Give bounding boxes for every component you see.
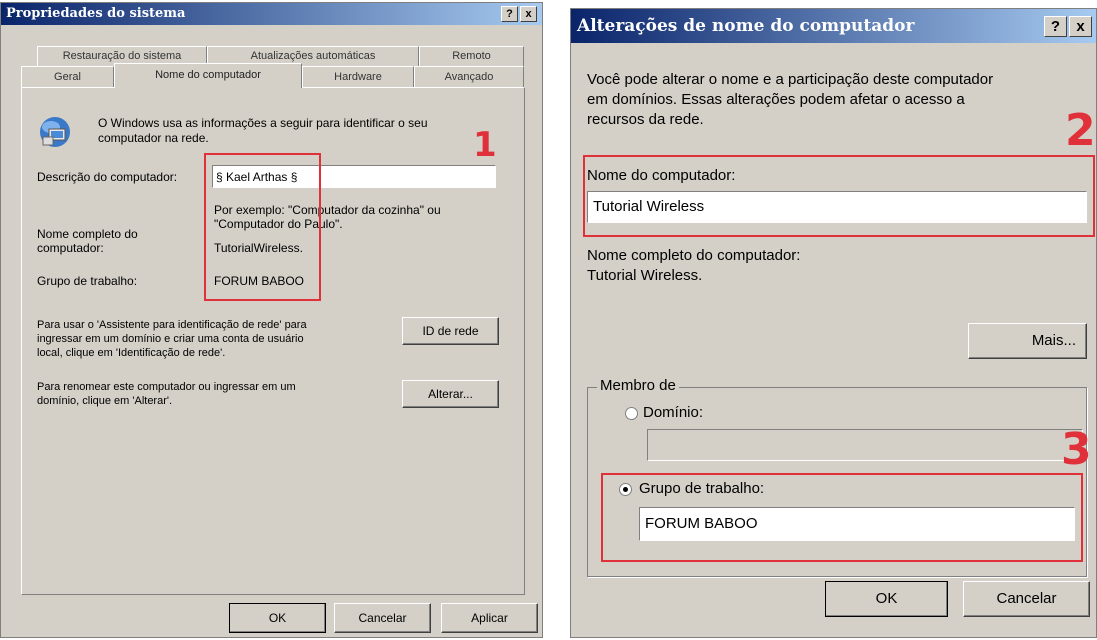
workgroup-label: Grupo de trabalho: — [37, 274, 138, 288]
member-of-label: Membro de — [597, 377, 679, 394]
cancel-button[interactable]: Cancelar — [963, 581, 1090, 617]
ok-button[interactable]: OK — [825, 581, 948, 617]
tab-general[interactable]: Geral — [21, 66, 114, 87]
full-name-label-line2: computador: — [37, 241, 104, 255]
intro-text-line1: Você pode alterar o nome e a participaçã… — [587, 71, 994, 88]
domain-label[interactable]: Domínio: — [643, 404, 703, 421]
change-button[interactable]: Alterar... — [402, 380, 499, 408]
ok-button[interactable]: OK — [229, 603, 326, 633]
window-title: Propriedades do sistema — [6, 6, 186, 21]
tab-hardware[interactable]: Hardware — [302, 66, 414, 87]
cancel-button[interactable]: Cancelar — [334, 603, 431, 633]
close-button[interactable]: x — [1069, 16, 1092, 37]
workgroup-radio[interactable] — [619, 483, 632, 496]
intro-text-line2: computador na rede. — [98, 131, 209, 145]
network-id-text-line1: Para usar o 'Assistente para identificaç… — [37, 319, 307, 331]
network-id-text-line3: local, clique em 'Identificação de rede'… — [37, 347, 226, 359]
annotation-1: 1 — [473, 125, 497, 165]
computer-name-input[interactable]: Tutorial Wireless — [587, 191, 1087, 223]
network-id-text-line2: ingressar em um domínio e criar uma cont… — [37, 333, 304, 345]
intro-text-line1: O Windows usa as informações a seguir pa… — [98, 116, 428, 130]
rename-text-line1: Para renomear este computador ou ingress… — [37, 381, 296, 393]
full-name-label: Nome completo do computador: — [587, 247, 801, 264]
computer-name-changes-window: Alterações de nome do computador ? x Voc… — [570, 8, 1097, 638]
apply-button[interactable]: Aplicar — [441, 603, 538, 633]
help-button[interactable]: ? — [1044, 16, 1067, 37]
description-label: Descrição do computador: — [37, 170, 178, 184]
rename-text-line2: domínio, clique em 'Alterar'. — [37, 395, 173, 407]
tab-computer-name[interactable]: Nome do computador — [114, 63, 302, 88]
domain-input[interactable] — [647, 429, 1083, 461]
computer-name-label: Nome do computador: — [587, 167, 736, 184]
full-name-value: Tutorial Wireless. — [587, 267, 703, 284]
title-bar: Propriedades do sistema ? x — [1, 3, 542, 25]
help-button[interactable]: ? — [501, 6, 518, 22]
workgroup-input[interactable]: FORUM BABOO — [639, 507, 1075, 541]
annotation-3: 3 — [1061, 424, 1092, 475]
title-bar: Alterações de nome do computador ? x — [571, 9, 1096, 43]
computer-network-icon — [37, 115, 73, 149]
intro-text-line3: recursos da rede. — [587, 111, 704, 128]
highlight-box-1 — [204, 153, 321, 301]
annotation-2: 2 — [1065, 105, 1096, 156]
system-properties-window: Propriedades do sistema ? x Restauração … — [0, 2, 543, 638]
intro-text-line2: em domínios. Essas alterações podem afet… — [587, 91, 965, 108]
tab-advanced[interactable]: Avançado — [414, 66, 524, 87]
close-button[interactable]: x — [520, 6, 537, 22]
domain-radio[interactable] — [625, 407, 638, 420]
more-button[interactable]: Mais... — [968, 323, 1087, 359]
tab-remote[interactable]: Remoto — [419, 46, 524, 66]
window-title: Alterações de nome do computador — [577, 16, 915, 36]
full-name-label-line1: Nome completo do — [37, 227, 138, 241]
network-id-button[interactable]: ID de rede — [402, 317, 499, 345]
workgroup-label[interactable]: Grupo de trabalho: — [639, 480, 764, 497]
